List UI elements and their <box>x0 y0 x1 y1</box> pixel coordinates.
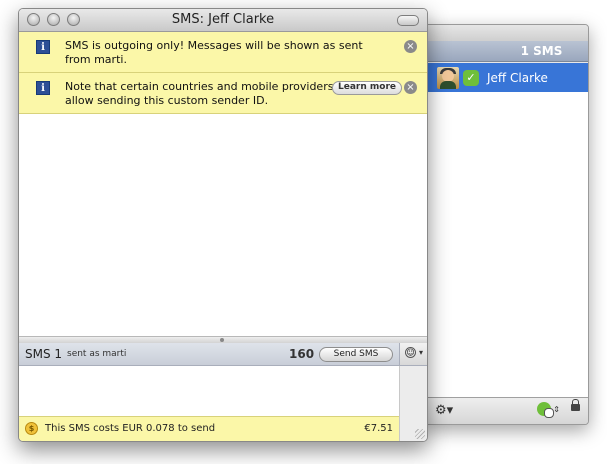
avatar <box>437 66 459 89</box>
sms-group-header[interactable]: 1 SMS <box>425 41 588 62</box>
notice-outgoing-only: i SMS is outgoing only! Messages will be… <box>19 32 427 73</box>
emoticon-menu[interactable]: ☺ ▾ <box>399 343 427 365</box>
info-icon: i <box>36 81 50 95</box>
send-sms-button[interactable]: Send SMS <box>319 347 393 362</box>
chevron-down-icon: ▾ <box>419 348 424 357</box>
sender-label: sent as marti <box>67 349 127 359</box>
cost-bar: $ This SMS costs EUR 0.078 to send €7.51 <box>19 416 399 441</box>
contact-list-footer: ⚙▾ ⇕ <box>425 397 588 424</box>
lock-icon[interactable] <box>571 399 580 411</box>
presence-menu[interactable]: ⇕ <box>537 402 560 418</box>
notice-sender-id: i Note that certain countries and mobile… <box>19 73 427 114</box>
close-icon[interactable]: × <box>404 40 417 53</box>
close-icon[interactable]: × <box>404 81 417 94</box>
characters-remaining: 160 <box>289 347 315 361</box>
contact-list: ✓ Jeff Clarke <box>425 63 588 398</box>
coin-icon: $ <box>25 422 38 435</box>
account-balance: €7.51 <box>364 423 393 434</box>
contact-list-window: 1 SMS ✓ Jeff Clarke ⚙▾ ⇕ <box>424 24 589 425</box>
contact-row-jeff-clarke[interactable]: ✓ Jeff Clarke <box>425 63 588 92</box>
learn-more-button[interactable]: Learn more <box>332 81 402 95</box>
contact-list-titlebar[interactable] <box>425 25 588 41</box>
toolbar-toggle-button[interactable] <box>397 15 419 26</box>
sms-counter: SMS 1 <box>25 347 63 361</box>
sms-chat-window: SMS: Jeff Clarke i SMS is outgoing only!… <box>18 8 428 442</box>
cost-text: This SMS costs EUR 0.078 to send <box>45 423 216 434</box>
message-history <box>19 114 427 336</box>
window-titlebar[interactable]: SMS: Jeff Clarke <box>19 9 427 32</box>
resize-grip-icon[interactable] <box>415 429 425 439</box>
message-input[interactable] <box>19 366 399 416</box>
info-icon: i <box>36 40 50 54</box>
window-title: SMS: Jeff Clarke <box>171 12 275 27</box>
smiley-icon: ☺ <box>405 347 416 358</box>
presence-icon <box>537 402 555 418</box>
contact-name: Jeff Clarke <box>487 70 548 85</box>
gear-icon[interactable]: ⚙▾ <box>435 403 453 418</box>
notice-text: SMS is outgoing only! Messages will be s… <box>65 39 363 66</box>
online-status-icon: ✓ <box>463 69 479 86</box>
chevron-updown-icon: ⇕ <box>553 404 560 414</box>
splitter-handle[interactable] <box>19 336 427 343</box>
compose-toolbar: SMS 1 sent as marti 160 Send SMS ☺ ▾ <box>19 343 427 366</box>
